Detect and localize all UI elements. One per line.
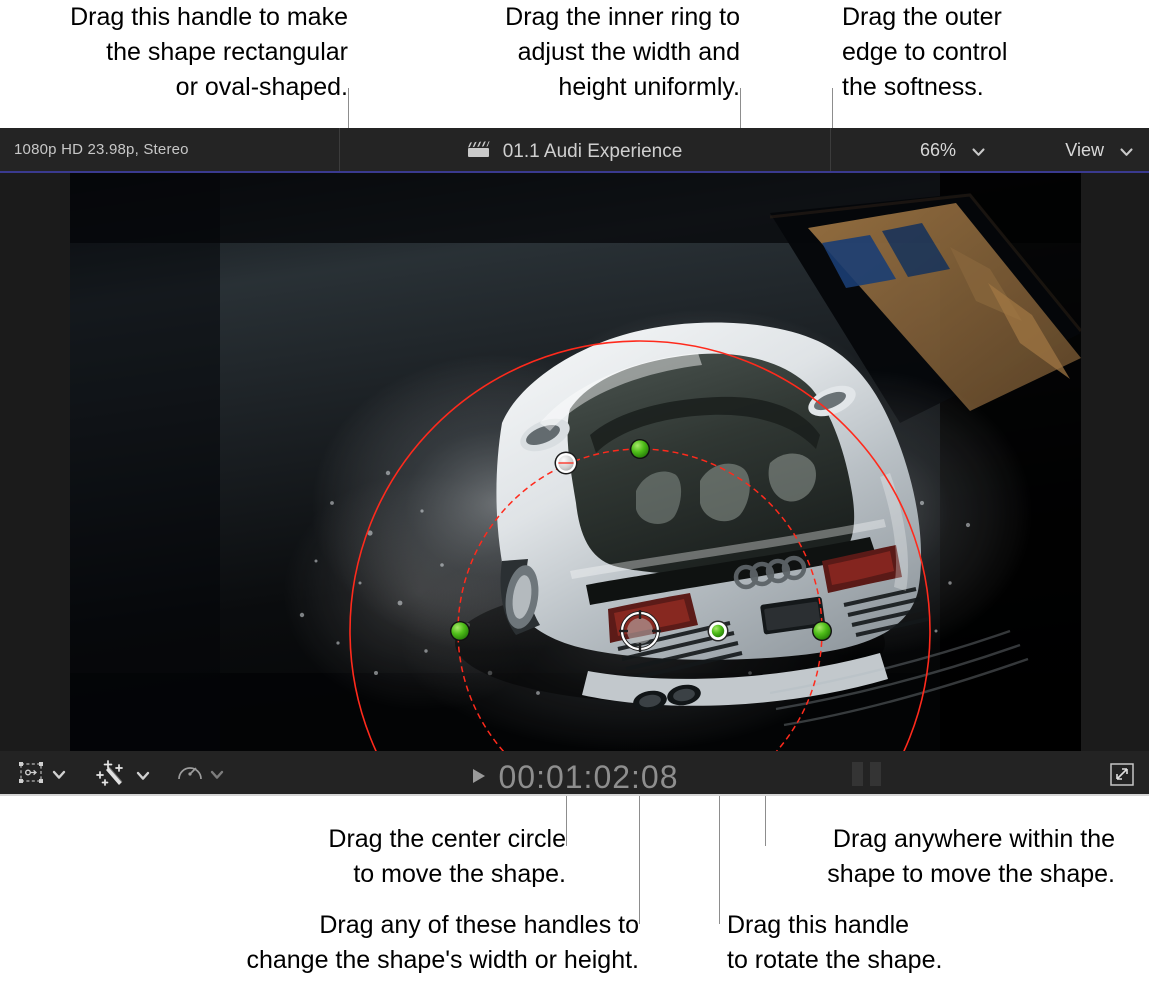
clapperboard-icon bbox=[467, 139, 491, 164]
callout-center-circle: Drag the center circle to move the shape… bbox=[328, 825, 566, 888]
leader-line-rotate-handle bbox=[719, 796, 720, 924]
shape-mask-handles bbox=[450, 439, 832, 652]
chevron-down-icon bbox=[52, 767, 66, 785]
magic-wand-icon bbox=[96, 760, 130, 793]
callout-rotate-handle: Drag this handle to rotate the shape. bbox=[727, 911, 943, 974]
view-menu-label: View bbox=[1065, 140, 1104, 160]
callout-width-height-handles: Drag any of these handles to change the … bbox=[246, 911, 639, 974]
speedometer-icon bbox=[176, 760, 204, 791]
chevron-down-icon bbox=[1120, 141, 1133, 162]
handle-right-green bbox=[812, 621, 832, 641]
viewer-transport-toolbar: 00:01:02:08 bbox=[0, 751, 1149, 796]
zoom-level-popup[interactable]: 66% bbox=[920, 140, 985, 162]
timecode-display[interactable]: 00:01:02:08 bbox=[0, 757, 1149, 796]
play-triangle-icon bbox=[470, 757, 488, 794]
video-frame[interactable] bbox=[70, 173, 1081, 751]
viewer-window: 1080p HD 23.98p, Stereo 01.1 Audi Experi… bbox=[0, 128, 1149, 796]
expand-arrows-icon bbox=[1109, 763, 1135, 791]
callout-inner-ring: Drag the inner ring to adjust the width … bbox=[505, 3, 740, 101]
timecode-value: 00:01:02:08 bbox=[498, 759, 679, 796]
handle-left-green bbox=[450, 621, 470, 641]
retime-button[interactable] bbox=[176, 760, 224, 791]
chevron-down-icon bbox=[210, 767, 224, 785]
zoom-level-label: 66% bbox=[919, 140, 956, 160]
clip-title-label: 01.1 Audi Experience bbox=[502, 140, 683, 162]
audio-level-meters bbox=[852, 762, 881, 786]
callout-shape-roundness: Drag this handle to make the shape recta… bbox=[70, 3, 348, 101]
viewer-header-bar: 1080p HD 23.98p, Stereo 01.1 Audi Experi… bbox=[0, 128, 1149, 173]
callout-inside-shape-left-pad: Drag anywhere within the shape to move t… bbox=[827, 825, 1115, 888]
view-menu-popup[interactable]: View bbox=[1065, 140, 1133, 162]
leader-line-width-height-handles bbox=[639, 796, 640, 924]
handle-roundness bbox=[554, 451, 578, 475]
header-divider-left bbox=[339, 128, 340, 173]
leader-line-inside-shape bbox=[765, 796, 766, 846]
chevron-down-icon bbox=[136, 768, 150, 786]
handle-center-move bbox=[619, 610, 661, 652]
transform-tools-button[interactable] bbox=[16, 760, 66, 791]
transform-icon bbox=[16, 760, 46, 791]
handle-top-green bbox=[630, 439, 650, 459]
clip-format-label: 1080p HD 23.98p, Stereo bbox=[14, 141, 189, 158]
fullscreen-button[interactable] bbox=[1109, 762, 1135, 792]
video-canvas-area[interactable] bbox=[0, 173, 1149, 751]
handle-rotate bbox=[707, 620, 729, 642]
header-divider-right bbox=[830, 128, 831, 173]
leader-line-center-circle bbox=[566, 796, 567, 846]
callout-outer-edge: Drag the outer edge to control the softn… bbox=[842, 3, 1008, 101]
audio-meter-right bbox=[870, 762, 881, 786]
chevron-down-icon bbox=[972, 141, 985, 162]
enhancements-button[interactable] bbox=[96, 760, 150, 793]
viewer-bottom-edge bbox=[0, 794, 1149, 796]
audio-meter-left bbox=[852, 762, 863, 786]
